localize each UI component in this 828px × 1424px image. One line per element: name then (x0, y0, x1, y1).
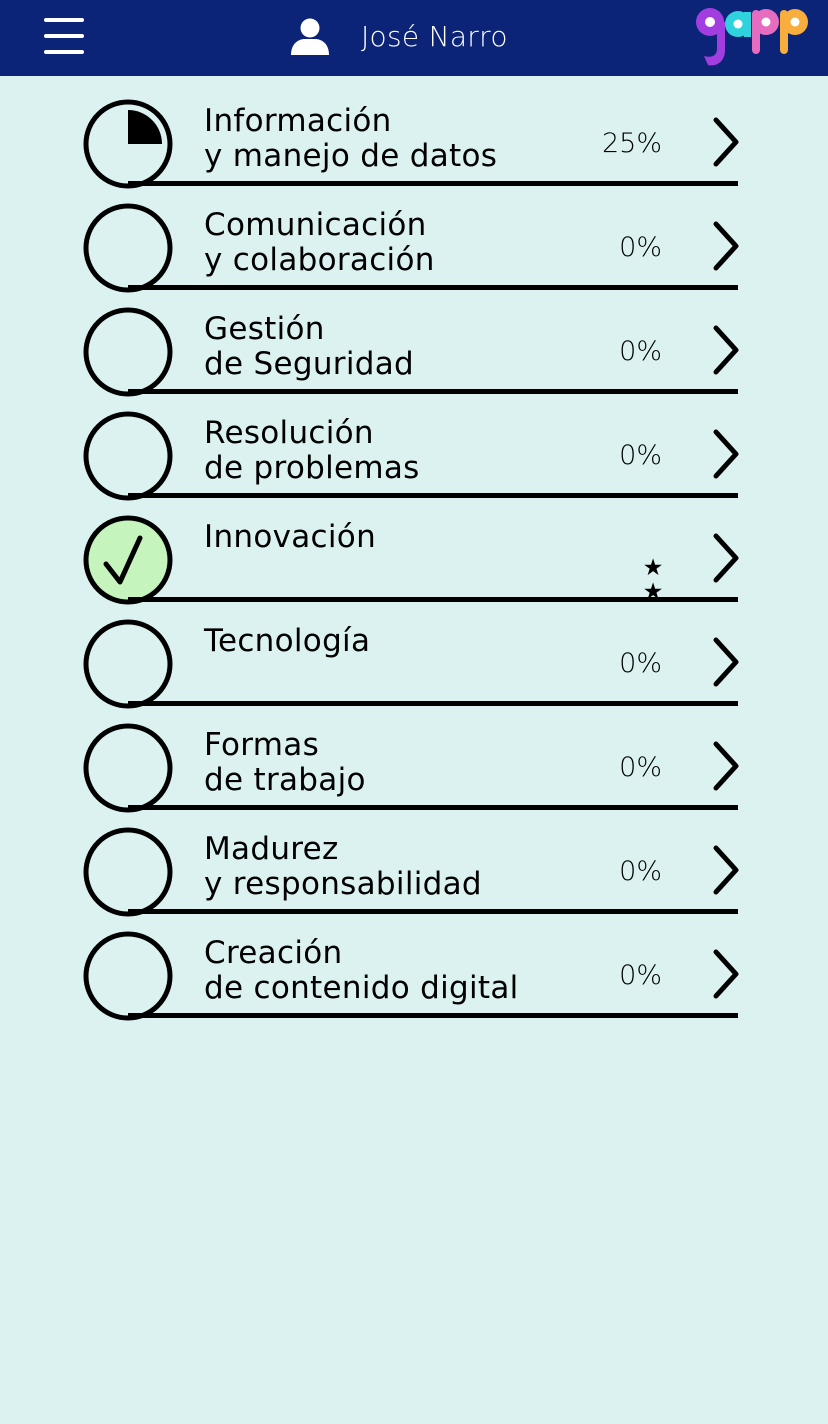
progress-percent: 25% (601, 128, 662, 159)
list-item[interactable]: Comunicación y colaboración 0% (0, 200, 828, 304)
menu-bar (44, 34, 84, 38)
progress-percent: 0% (619, 856, 662, 887)
progress-percent: 0% (619, 960, 662, 991)
chevron-right-icon[interactable] (708, 426, 744, 482)
progress-percent: 0% (619, 752, 662, 783)
item-title-line2: y colaboración (204, 242, 435, 278)
menu-bar (44, 18, 84, 22)
progress-percent: 0% (619, 648, 662, 679)
chevron-right-icon[interactable] (708, 322, 744, 378)
chevron-right-icon[interactable] (708, 842, 744, 898)
divider (128, 285, 738, 290)
item-title-line1: Resolución (204, 415, 374, 451)
list-item[interactable]: Información y manejo de datos 25% (0, 96, 828, 200)
divider (128, 1013, 738, 1018)
item-title-line1: Comunicación (204, 207, 427, 243)
divider (128, 493, 738, 498)
list-item[interactable]: Gestión de Seguridad 0% (0, 304, 828, 408)
logo-letter-p1 (752, 9, 779, 54)
check-circle-icon (83, 515, 173, 605)
item-title-line1: Gestión (204, 311, 325, 347)
list-item[interactable]: Tecnología 0% (0, 616, 828, 720)
item-title-line2: de contenido digital (204, 970, 519, 1006)
logo-letter-g (696, 8, 725, 66)
item-title-line2: y manejo de datos (204, 138, 498, 174)
user-name[interactable]: José Narro (361, 19, 508, 55)
divider (128, 701, 738, 706)
app-logo (696, 8, 808, 66)
empty-circle-icon (83, 619, 173, 709)
user-icon (291, 18, 329, 55)
chevron-right-icon[interactable] (708, 114, 744, 170)
list-item[interactable]: Madurez y responsabilidad 0% (0, 824, 828, 928)
item-title: Resolución de problemas (204, 416, 420, 486)
chevron-right-icon[interactable] (708, 738, 744, 794)
empty-circle-icon (83, 307, 173, 397)
list-item[interactable]: Resolución de problemas 0% (0, 408, 828, 512)
progress-percent: 0% (619, 336, 662, 367)
item-title: Creación de contenido digital (204, 936, 519, 1006)
item-title: Comunicación y colaboración (204, 208, 435, 278)
empty-circle-icon (83, 723, 173, 813)
item-title-line2: y responsabilidad (204, 866, 482, 902)
item-title-line1: Creación (204, 935, 343, 971)
item-title: Tecnología (204, 624, 370, 659)
empty-circle-icon (83, 931, 173, 1021)
chevron-right-icon[interactable] (708, 634, 744, 690)
item-title-line1: Tecnología (204, 623, 371, 659)
item-title-line1: Madurez (204, 831, 339, 867)
divider (128, 181, 738, 186)
progress-percent: 0% (619, 440, 662, 471)
list-item[interactable]: Formas de trabajo 0% (0, 720, 828, 824)
item-title-line2: de trabajo (204, 762, 366, 798)
chevron-right-icon[interactable] (708, 218, 744, 274)
logo-letter-p2 (780, 9, 808, 54)
chevron-right-icon[interactable] (708, 530, 744, 586)
empty-circle-icon (83, 203, 173, 293)
item-title-line1: Información (204, 103, 392, 139)
item-title: Información y manejo de datos (204, 104, 497, 174)
divider (128, 389, 738, 394)
divider (128, 805, 738, 810)
item-title-line2: de problemas (204, 450, 420, 486)
item-title: Gestión de Seguridad (204, 312, 414, 382)
competency-list: Información y manejo de datos 25% Comuni… (0, 96, 828, 1032)
empty-circle-icon (83, 411, 173, 501)
item-title: Madurez y responsabilidad (204, 832, 482, 902)
list-item[interactable]: Innovación ★ ★ (0, 512, 828, 616)
divider (128, 909, 738, 914)
empty-circle-icon (83, 827, 173, 917)
item-title: Formas de trabajo (204, 728, 366, 798)
app-header: José Narro (0, 0, 828, 76)
progress-pie-icon (83, 99, 173, 189)
star-icon: ★ (642, 555, 664, 581)
star-icon: ★ (642, 579, 664, 605)
chevron-right-icon[interactable] (708, 946, 744, 1002)
item-title: Innovación (204, 520, 376, 555)
logo-letter-a (725, 11, 751, 37)
item-title-line1: Formas (204, 727, 320, 763)
rating-stars: ★ ★ (638, 556, 668, 608)
list-item[interactable]: Creación de contenido digital 0% (0, 928, 828, 1032)
hamburger-menu-icon[interactable] (42, 16, 86, 56)
menu-bar (44, 50, 84, 54)
item-title-line1: Innovación (204, 519, 377, 555)
item-title-line2: de Seguridad (204, 346, 414, 382)
progress-percent: 0% (619, 232, 662, 263)
